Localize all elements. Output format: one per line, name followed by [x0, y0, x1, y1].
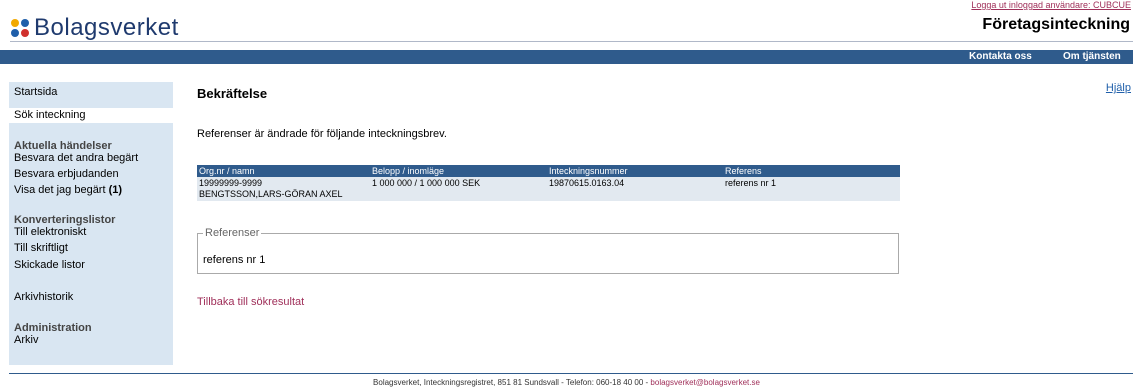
- back-to-results-link[interactable]: Tillbaka till sökresultat: [197, 296, 304, 308]
- sidebar-item-to-written[interactable]: Till skriftligt: [9, 242, 68, 255]
- footer-text: Bolagsverket, Inteckningsregistret, 851 …: [373, 378, 649, 387]
- sidebar: Startsida Sök inteckning Aktuella händel…: [9, 82, 173, 365]
- page-title: Bekräftelse: [197, 86, 268, 101]
- reference-value: referens nr 1: [725, 178, 777, 188]
- service-title: Företagsinteckning: [982, 16, 1130, 33]
- sidebar-item-respond-offers[interactable]: Besvara erbjudanden: [9, 168, 119, 181]
- references-value: referens nr 1: [203, 254, 266, 266]
- footer: Bolagsverket, Inteckningsregistret, 851 …: [0, 378, 1133, 387]
- top-navbar: Kontakta oss Om tjänsten: [0, 50, 1133, 64]
- sidebar-item-show-requested-label: Visa det jag begärt: [14, 184, 106, 196]
- sidebar-item-show-requested[interactable]: Visa det jag begärt (1): [9, 184, 122, 197]
- results-table: Org.nr / namn Belopp / inomläge Inteckni…: [197, 165, 900, 201]
- amount-value: 1 000 000 / 1 000 000 SEK: [372, 178, 481, 188]
- table-header-row: Org.nr / namn Belopp / inomläge Inteckni…: [197, 165, 900, 177]
- org-number: 19999999-9999: [199, 178, 263, 188]
- logo-text: Bolagsverket: [34, 14, 179, 41]
- sidebar-item-archive-history[interactable]: Arkivhistorik: [9, 291, 73, 304]
- bolagsverket-logo-icon: [11, 19, 29, 37]
- sidebar-item-sent-lists[interactable]: Skickade listor: [9, 259, 85, 272]
- references-legend: Referenser: [203, 227, 262, 239]
- logo: Bolagsverket: [10, 14, 179, 42]
- column-header-org: Org.nr / namn: [199, 166, 255, 176]
- sidebar-item-archive[interactable]: Arkiv: [9, 334, 38, 347]
- mortgage-number: 19870615.0163.04: [549, 178, 625, 188]
- sidebar-item-show-requested-count: (1): [108, 184, 123, 196]
- sidebar-item-start[interactable]: Startsida: [9, 86, 57, 99]
- contact-link[interactable]: Kontakta oss: [969, 50, 1032, 64]
- holder-name: BENGTSSON,LARS-GÖRAN AXEL: [199, 189, 343, 199]
- column-header-number: Inteckningsnummer: [549, 166, 628, 176]
- logout-link[interactable]: Logga ut inloggad användare: CUBCUE: [971, 0, 1131, 10]
- intro-text: Referenser är ändrade för följande intec…: [197, 128, 447, 140]
- references-fieldset: Referenser referens nr 1: [197, 227, 899, 274]
- table-row: 19999999-9999 BENGTSSON,LARS-GÖRAN AXEL …: [197, 177, 900, 201]
- footer-divider: [9, 373, 1133, 374]
- about-link[interactable]: Om tjänsten: [1063, 50, 1121, 64]
- sidebar-item-respond-request[interactable]: Besvara det andra begärt: [9, 152, 138, 165]
- sidebar-item-to-electronic[interactable]: Till elektroniskt: [9, 226, 86, 239]
- header-divider: [10, 41, 1133, 42]
- sidebar-item-search[interactable]: Sök inteckning: [9, 109, 86, 122]
- column-header-amount: Belopp / inomläge: [372, 166, 445, 176]
- help-link[interactable]: Hjälp: [1106, 82, 1131, 94]
- footer-email-link[interactable]: bolagsverket@bolagsverket.se: [650, 378, 760, 387]
- column-header-reference: Referens: [725, 166, 762, 176]
